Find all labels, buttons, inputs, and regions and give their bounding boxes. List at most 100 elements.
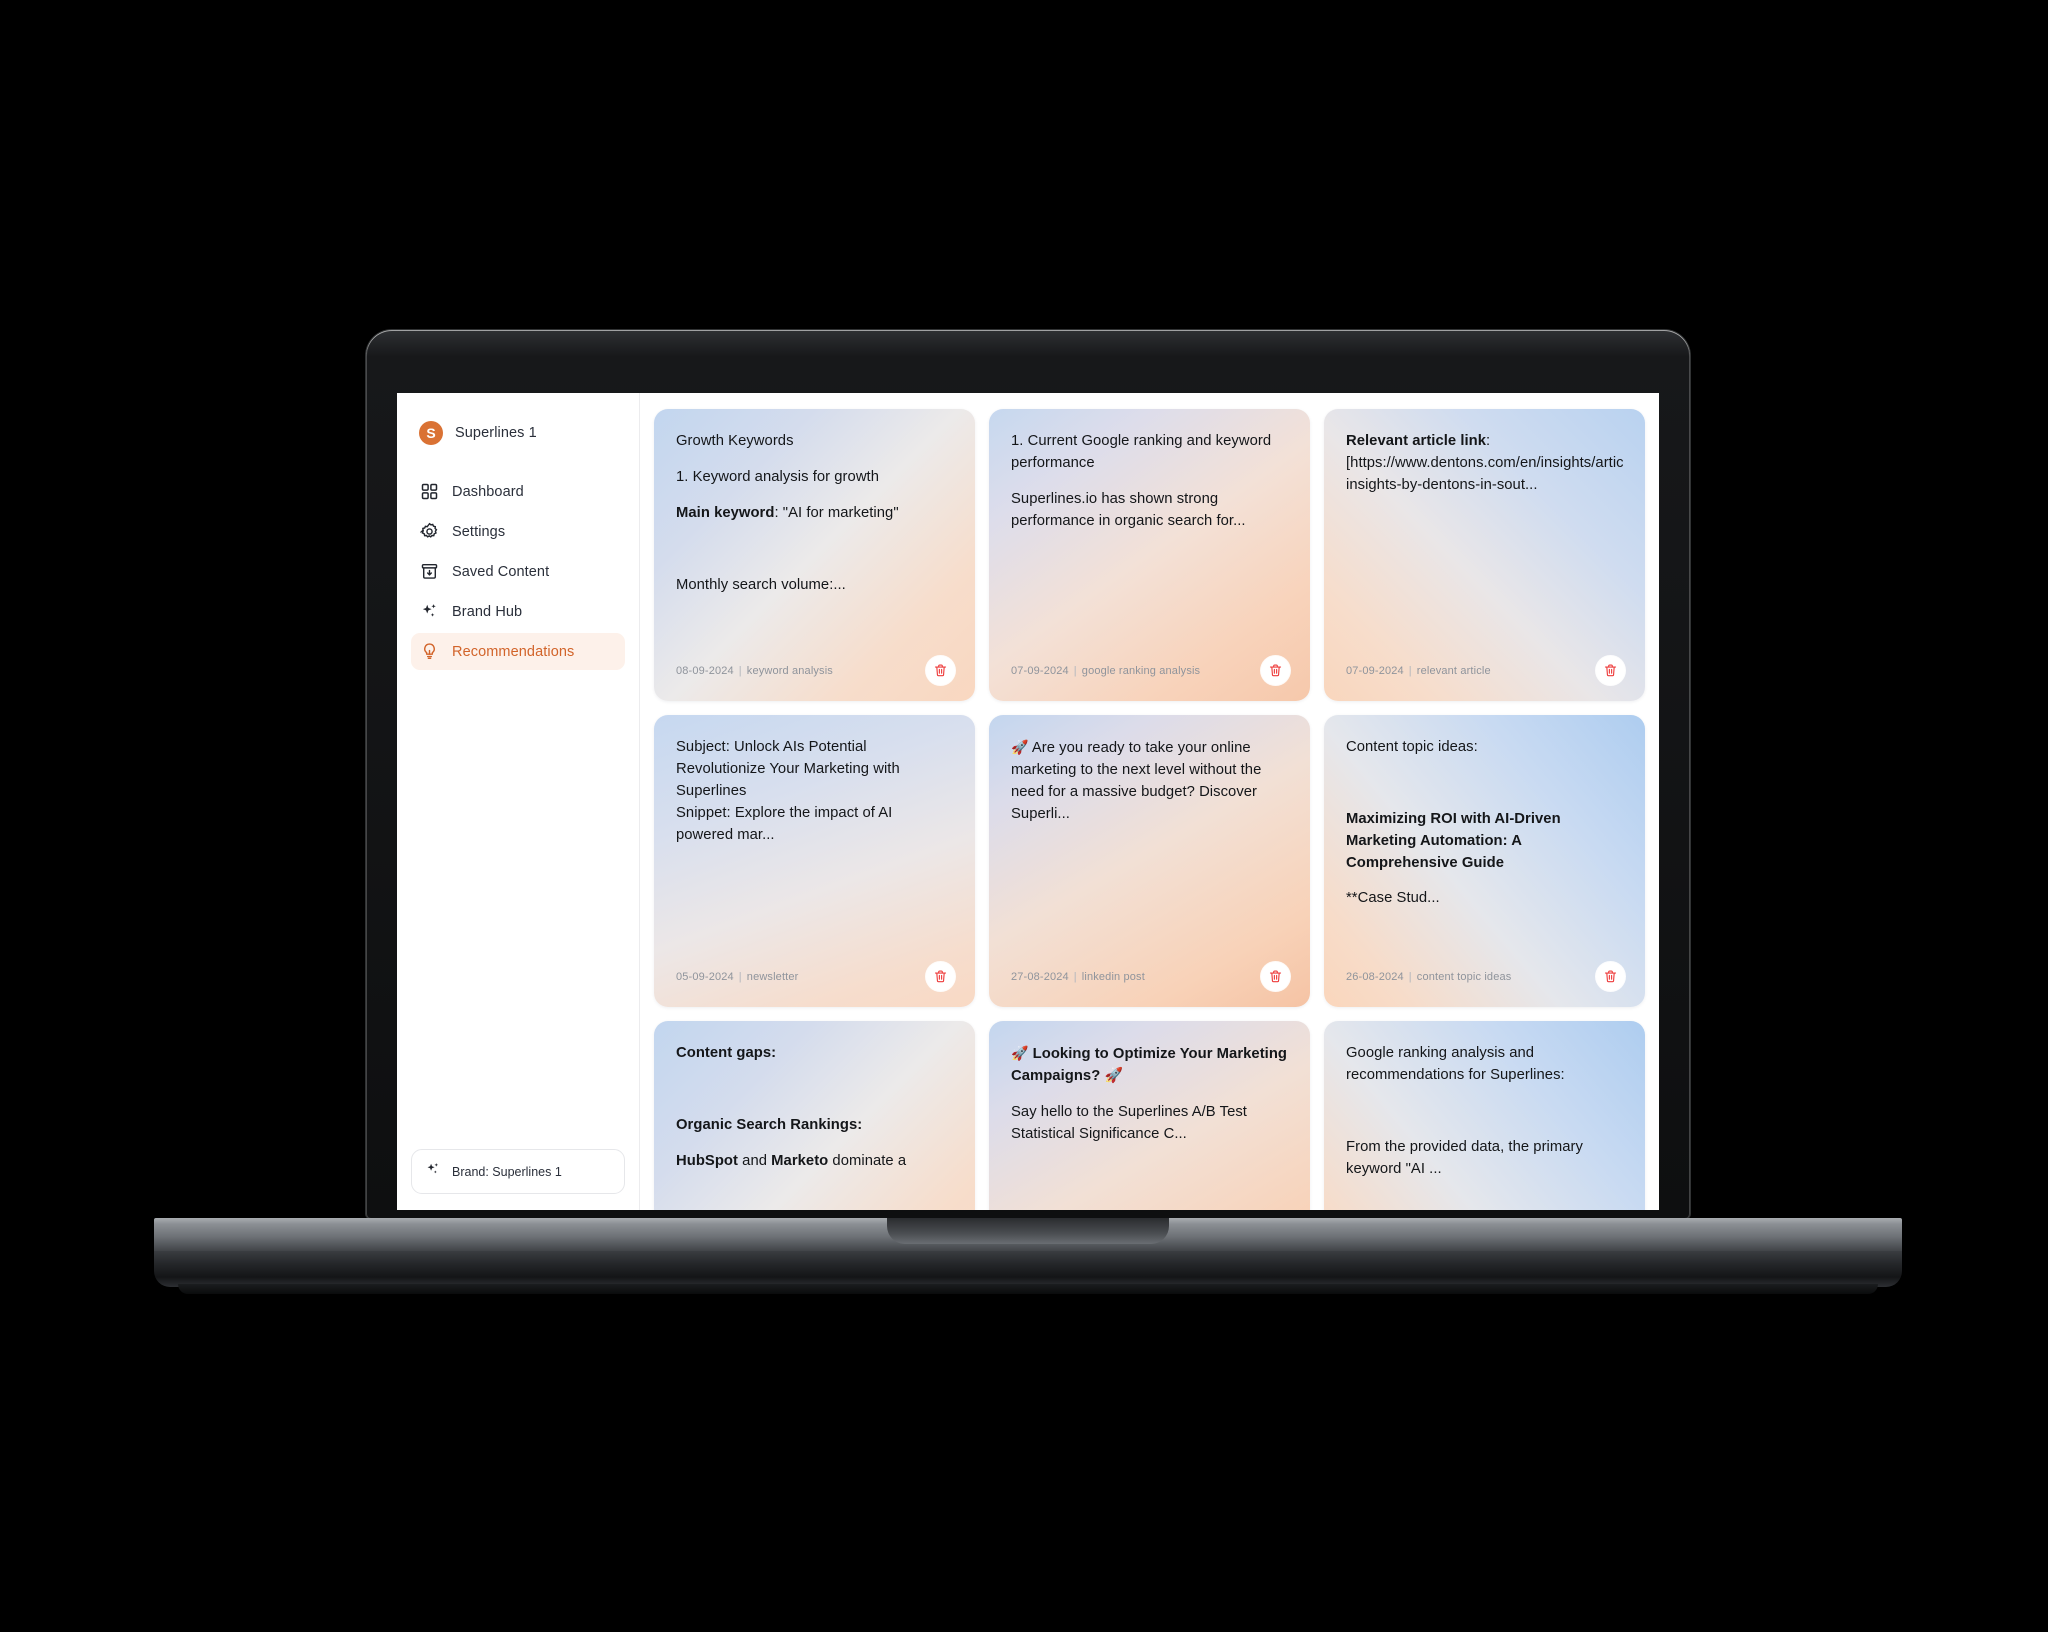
card-paragraph: From the provided data, the primary keyw… xyxy=(1346,1138,1583,1177)
card-paragraph: Google ranking analysis and recommendati… xyxy=(1346,1045,1565,1083)
card-footer: 05-09-2024 | newsletter xyxy=(676,962,955,991)
rocket-icon: 🚀 xyxy=(1011,1045,1029,1061)
card-body: Growth Keywords 1. Keyword analysis for g… xyxy=(676,431,953,596)
card-tag: linkedin post xyxy=(1081,970,1145,983)
card-paragraph: Content topic ideas: xyxy=(1346,739,1478,755)
laptop-screen: S Superlines 1 Dashboard Settings Saved … xyxy=(397,393,1659,1210)
card-date: 07-09-2024 xyxy=(1346,664,1404,677)
sidebar-item-label: Saved Content xyxy=(452,563,550,580)
card-date: 08-09-2024 xyxy=(676,664,734,677)
card-body: Content topic ideas: Maximizing ROI with… xyxy=(1346,737,1623,910)
card-paragraph: 🚀 Are you ready to take your online mark… xyxy=(1011,739,1262,822)
trash-icon[interactable] xyxy=(1261,962,1290,991)
trash-icon[interactable] xyxy=(926,656,955,685)
card-paragraph xyxy=(1346,1101,1623,1123)
card-meta: 08-09-2024 | keyword analysis xyxy=(676,664,833,677)
laptop-mockup: S Superlines 1 Dashboard Settings Saved … xyxy=(154,330,1902,1294)
card-growth-keywords[interactable]: Growth Keywords 1. Keyword analysis for g… xyxy=(654,409,975,701)
card-linkedin-post[interactable]: 🚀 Are you ready to take your online mark… xyxy=(989,715,1310,1007)
card-paragraph: Main keyword: "AI for marketing" xyxy=(676,504,899,521)
sidebar-item-settings[interactable]: Settings xyxy=(411,513,625,550)
sidebar-item-label: Settings xyxy=(452,523,506,540)
card-content-gaps[interactable]: Content gaps: Organic Search Rankings: Hu… xyxy=(654,1021,975,1210)
card-paragraph: Monthly search volume:... xyxy=(676,576,846,593)
card-footer: 07-09-2024 | google ranking analysis xyxy=(1011,656,1290,685)
card-footer: 08-09-2024 | keyword analysis xyxy=(676,656,955,685)
grid-icon xyxy=(420,482,439,501)
sidebar-item-dashboard[interactable]: Dashboard xyxy=(411,473,625,510)
card-paragraph: Subject: Unlock AIs Potential Revolution… xyxy=(676,739,900,799)
card-paragraph: Superlines.io has shown strong performan… xyxy=(1011,490,1246,529)
card-body: Content gaps: Organic Search Rankings: Hu… xyxy=(676,1043,953,1173)
sidebar-item-recommendations[interactable]: Recommendations xyxy=(411,633,625,670)
card-body: Google ranking analysis and recommendati… xyxy=(1346,1043,1623,1180)
sidebar-item-saved-content[interactable]: Saved Content xyxy=(411,553,625,590)
card-content-topic-ideas[interactable]: Content topic ideas: Maximizing ROI with… xyxy=(1324,715,1645,1007)
card-relevant-article[interactable]: Relevant article link: [https://www.dent… xyxy=(1324,409,1645,701)
sidebar-item-label: Dashboard xyxy=(452,483,524,500)
card-date: 26-08-2024 xyxy=(1346,970,1404,983)
card-body: Subject: Unlock AIs Potential Revolution… xyxy=(676,737,953,846)
card-paragraph: 🚀 Looking to Optimize Your Marketing Cam… xyxy=(1011,1045,1288,1084)
sparkles-icon xyxy=(420,602,439,621)
sidebar: S Superlines 1 Dashboard Settings Saved … xyxy=(397,393,640,1210)
trash-icon[interactable] xyxy=(926,962,955,991)
card-date: 05-09-2024 xyxy=(676,970,734,983)
card-footer: 07-09-2024 | relevant article xyxy=(1346,656,1625,685)
laptop-base-notch xyxy=(887,1218,1169,1244)
card-body: 🚀 Looking to Optimize Your Marketing Cam… xyxy=(1011,1043,1288,1146)
card-date: 07-09-2024 xyxy=(1011,664,1069,677)
trash-icon[interactable] xyxy=(1596,962,1625,991)
recommendation-card-grid: Growth Keywords 1. Keyword analysis for g… xyxy=(654,409,1645,1210)
laptop-base xyxy=(154,1218,1902,1294)
sidebar-item-label: Brand Hub xyxy=(452,603,523,620)
card-meta: 27-08-2024 | linkedin post xyxy=(1011,970,1145,983)
card-paragraph: HubSpot and Marketo dominate a xyxy=(676,1152,907,1169)
card-tag: newsletter xyxy=(746,970,799,983)
card-paragraph: 1. Current Google ranking and keyword pe… xyxy=(1011,433,1272,471)
card-tag: keyword analysis xyxy=(746,664,833,677)
card-paragraph: Say hello to the Superlines A/B Test Sta… xyxy=(1011,1103,1247,1142)
card-paragraph xyxy=(676,539,953,561)
recommendations-panel: Growth Keywords 1. Keyword analysis for g… xyxy=(640,393,1659,1210)
card-paragraph: Snippet: Explore the impact of AI powere… xyxy=(676,804,893,843)
card-ab-test[interactable]: 🚀 Looking to Optimize Your Marketing Cam… xyxy=(989,1021,1310,1210)
card-footer: 27-08-2024 | linkedin post xyxy=(1011,962,1290,991)
card-body: 🚀 Are you ready to take your online mark… xyxy=(1011,737,1288,826)
card-body: Relevant article link: [https://www.dent… xyxy=(1346,431,1623,497)
card-paragraph: Organic Search Rankings: xyxy=(676,1116,863,1133)
card-meta: 05-09-2024 | newsletter xyxy=(676,970,799,983)
laptop-base-foot xyxy=(178,1284,1878,1294)
sidebar-item-brand-hub[interactable]: Brand Hub xyxy=(411,593,625,630)
laptop-base-top xyxy=(154,1218,1902,1252)
laptop-base-bottom xyxy=(154,1251,1902,1287)
card-meta: 07-09-2024 | google ranking analysis xyxy=(1011,664,1201,677)
card-body: 1. Current Google ranking and keyword pe… xyxy=(1011,431,1288,533)
card-meta: 26-08-2024 | content topic ideas xyxy=(1346,970,1512,983)
workspace-brand[interactable]: S Superlines 1 xyxy=(411,415,625,451)
workspace-avatar: S xyxy=(419,421,443,445)
trash-icon[interactable] xyxy=(1596,656,1625,685)
brand-selector[interactable]: Brand: Superlines 1 xyxy=(411,1149,625,1194)
workspace-name: Superlines 1 xyxy=(455,425,537,441)
card-paragraph xyxy=(676,1079,953,1101)
card-meta: 07-09-2024 | relevant article xyxy=(1346,664,1491,677)
card-paragraph: Growth Keywords xyxy=(676,433,794,449)
card-paragraph: Content gaps: xyxy=(676,1045,777,1061)
card-paragraph: **Case Stud... xyxy=(1346,890,1440,907)
gear-icon xyxy=(420,522,439,541)
lightbulb-icon xyxy=(420,642,439,661)
card-newsletter[interactable]: Subject: Unlock AIs Potential Revolution… xyxy=(654,715,975,1007)
trash-icon[interactable] xyxy=(1261,656,1290,685)
card-footer: 26-08-2024 | content topic ideas xyxy=(1346,962,1625,991)
card-date: 27-08-2024 xyxy=(1011,970,1069,983)
archive-download-icon xyxy=(420,562,439,581)
rocket-icon: 🚀 xyxy=(1011,739,1029,755)
card-paragraph: Maximizing ROI with AI-Driven Marketing … xyxy=(1346,810,1561,871)
card-paragraph xyxy=(1346,773,1623,795)
application-window: S Superlines 1 Dashboard Settings Saved … xyxy=(397,393,1659,1210)
sparkles-icon xyxy=(425,1161,441,1182)
card-tag: content topic ideas xyxy=(1416,970,1512,983)
card-google-ranking-recs[interactable]: Google ranking analysis and recommendati… xyxy=(1324,1021,1645,1210)
card-google-ranking[interactable]: 1. Current Google ranking and keyword pe… xyxy=(989,409,1310,701)
